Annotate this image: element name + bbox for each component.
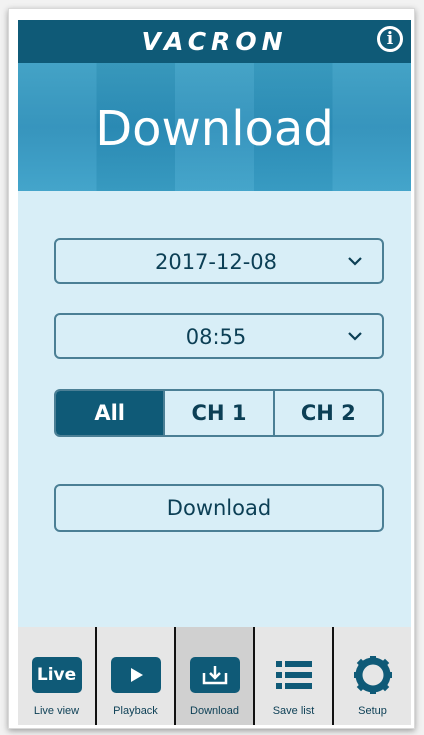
tab-label: Save list — [272, 705, 315, 717]
date-value: 2017-12-08 — [154, 250, 278, 274]
tab-live-view[interactable]: Live Live view — [18, 627, 95, 725]
top-bar: VACRON i — [18, 20, 411, 63]
time-dropdown[interactable]: 08:55 — [54, 313, 384, 359]
play-icon — [110, 657, 161, 693]
channel-selector: All CH 1 CH 2 — [54, 389, 384, 437]
tab-save-list[interactable]: Save list — [253, 627, 332, 725]
tab-download[interactable]: Download — [174, 627, 253, 725]
tab-label: Setup — [358, 705, 387, 717]
date-dropdown[interactable]: 2017-12-08 — [54, 238, 384, 284]
gear-icon — [353, 656, 392, 694]
channel-1-button[interactable]: CH 1 — [163, 391, 272, 435]
download-button[interactable]: Download — [54, 484, 384, 532]
chevron-down-icon — [348, 257, 362, 266]
tab-playback[interactable]: Playback — [95, 627, 174, 725]
tab-label: Download — [190, 705, 239, 717]
brand-logo: VACRON — [141, 27, 288, 56]
list-icon — [275, 661, 312, 689]
tab-label: Live view — [33, 705, 80, 717]
hero-banner: Download — [18, 63, 411, 191]
bottom-tab-bar: Live Live view Playback Download Save li… — [18, 627, 411, 725]
download-icon — [189, 657, 240, 693]
time-value: 08:55 — [185, 325, 247, 349]
info-icon[interactable]: i — [377, 26, 403, 52]
channel-2-button[interactable]: CH 2 — [272, 391, 382, 435]
chevron-down-icon — [348, 332, 362, 341]
channel-all-button[interactable]: All — [56, 391, 164, 435]
live-icon: Live — [31, 657, 82, 693]
tab-setup[interactable]: Setup — [332, 627, 411, 725]
app-screen: VACRON i Download 2017-12-08 08:55 All C… — [18, 20, 411, 725]
tab-label: Playback — [113, 705, 158, 717]
page-title: Download — [95, 101, 334, 157]
